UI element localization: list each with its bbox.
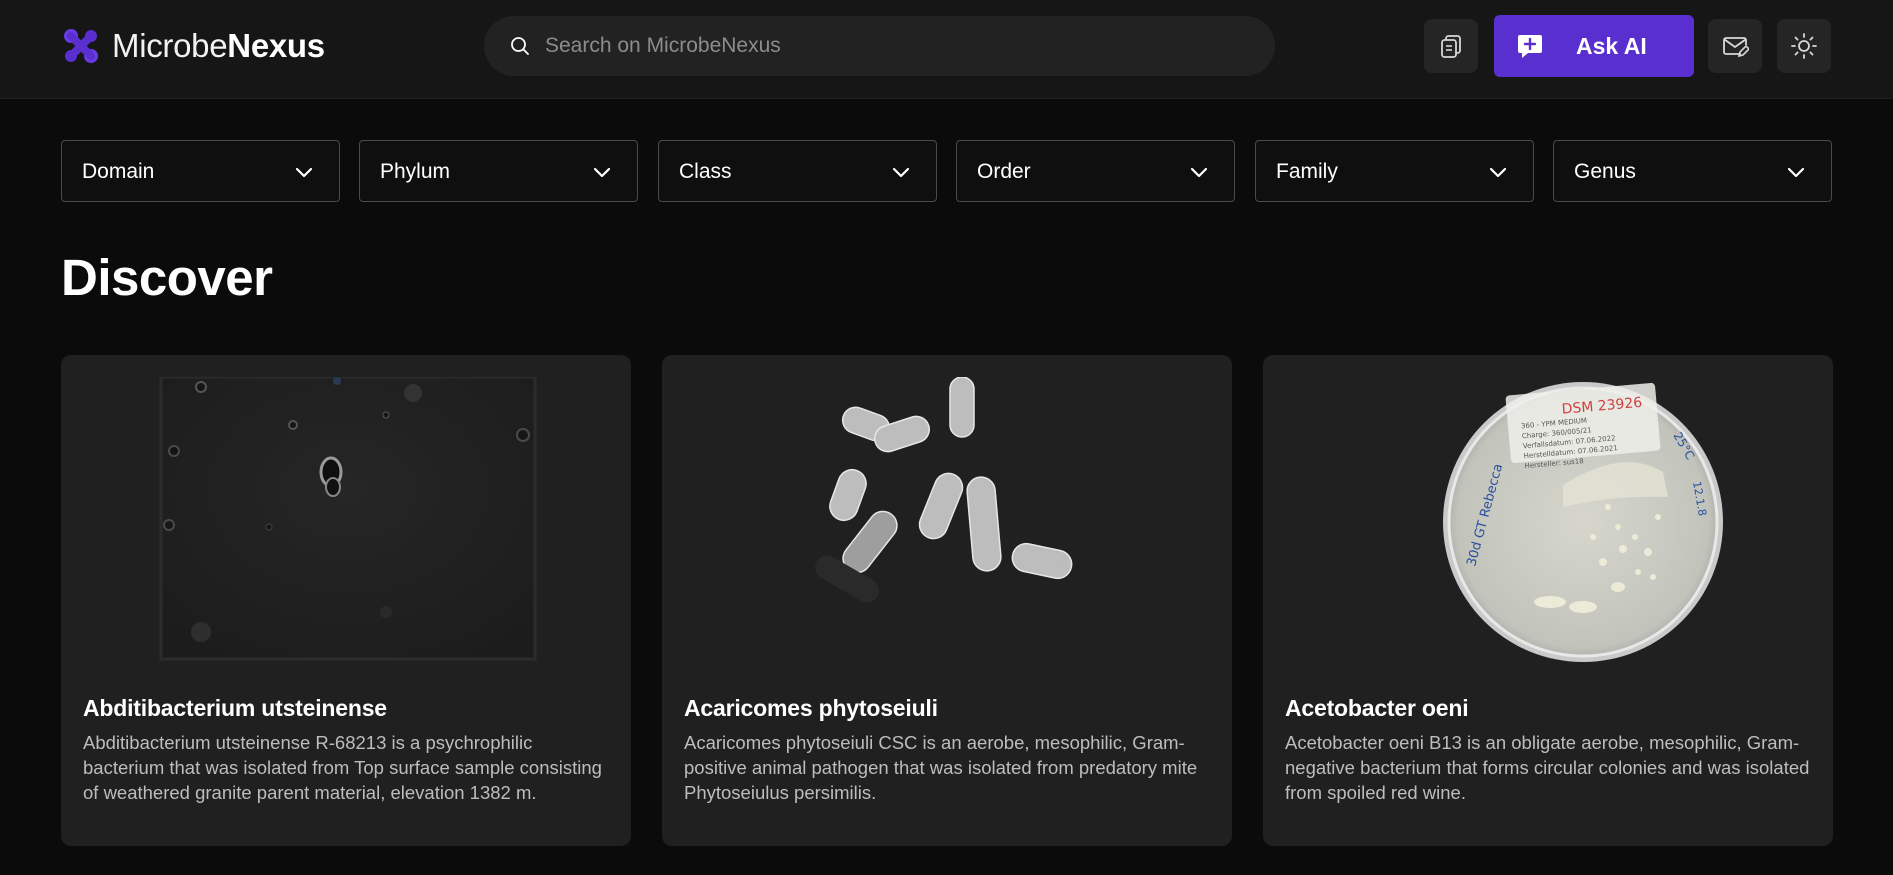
mail-button[interactable] — [1708, 19, 1762, 73]
card-description: Acetobacter oeni B13 is an obligate aero… — [1285, 732, 1810, 803]
chevron-down-icon — [593, 167, 611, 178]
chevron-down-icon — [1787, 167, 1805, 178]
search-bar[interactable] — [484, 16, 1275, 76]
ask-ai-label: Ask AI — [1576, 33, 1647, 59]
card-description: Acaricomes phytoseiuli CSC is an aerobe,… — [684, 732, 1198, 803]
card-title[interactable]: Acaricomes phytoseiuli — [684, 695, 938, 722]
copy-icon — [1441, 35, 1461, 58]
microbe-image — [662, 376, 1232, 662]
chevron-down-icon — [1190, 167, 1208, 178]
filter-label: Class — [679, 160, 732, 183]
logo-text: MicrobeNexus — [112, 26, 325, 66]
filter-genus[interactable]: Genus — [1553, 140, 1832, 202]
filter-order[interactable]: Order — [956, 140, 1235, 202]
page-title: Discover — [61, 249, 273, 306]
filter-label: Domain — [82, 160, 155, 183]
microbe-image — [61, 375, 631, 662]
chevron-down-icon — [892, 167, 910, 178]
search-icon — [511, 37, 529, 55]
filter-domain[interactable]: Domain — [61, 140, 340, 202]
logo-text-light: Microbe — [112, 27, 228, 64]
microbe-nexus-logo-icon — [64, 29, 98, 63]
filter-label: Family — [1276, 160, 1338, 183]
filter-label: Genus — [1574, 160, 1636, 183]
logo[interactable]: MicrobeNexus — [62, 26, 325, 66]
microbe-card[interactable]: Acaricomes phytoseiuli Acaricomes phytos… — [662, 355, 1232, 846]
card-title[interactable]: Acetobacter oeni — [1285, 695, 1469, 722]
chevron-down-icon — [1489, 167, 1507, 178]
microbe-card[interactable]: Abditibacterium utsteinense Abditibacter… — [61, 355, 631, 846]
top-header: MicrobeNexus Ask AI — [0, 0, 1893, 99]
filter-family[interactable]: Family — [1255, 140, 1534, 202]
filter-label: Order — [977, 160, 1031, 183]
filter-phylum[interactable]: Phylum — [359, 140, 638, 202]
card-description: Abditibacterium utsteinense R-68213 is a… — [83, 732, 602, 803]
chevron-down-icon — [295, 167, 313, 178]
card-title[interactable]: Abditibacterium utsteinense — [83, 695, 387, 722]
filter-class[interactable]: Class — [658, 140, 937, 202]
chat-plus-icon — [1518, 35, 1542, 58]
copy-button[interactable] — [1424, 19, 1478, 73]
microbe-image: DSM 23926 360 - YPM MEDIUM Charge: 360/0… — [1263, 377, 1833, 662]
logo-text-bold: Nexus — [227, 27, 325, 64]
microbe-card[interactable]: DSM 23926 360 - YPM MEDIUM Charge: 360/0… — [1263, 355, 1833, 846]
sun-icon — [1791, 33, 1817, 59]
mail-edit-icon — [1723, 37, 1749, 58]
search-input[interactable] — [545, 16, 1245, 76]
filter-label: Phylum — [380, 160, 451, 183]
ask-ai-button[interactable]: Ask AI — [1494, 15, 1694, 77]
theme-toggle-button[interactable] — [1777, 19, 1831, 73]
